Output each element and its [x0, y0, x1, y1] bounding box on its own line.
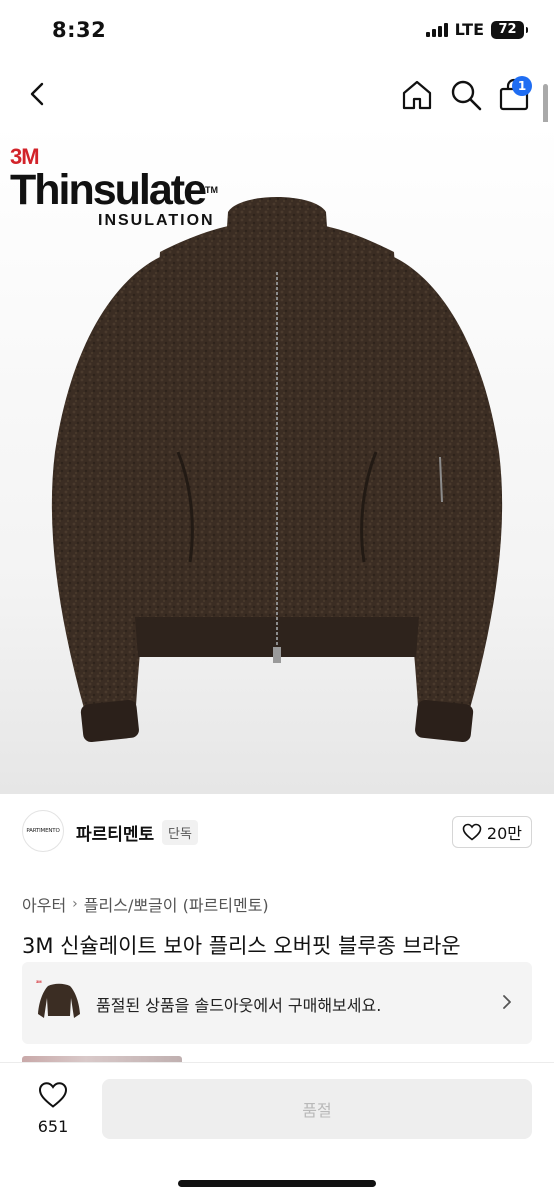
search-icon[interactable] [449, 78, 483, 112]
exclusive-badge: 단독 [162, 820, 198, 845]
signal-icon [425, 22, 448, 37]
thinsulate-logo: 3M ThinsulateTM INSULATION [10, 146, 218, 230]
home-indicator [178, 1180, 376, 1187]
soldout-banner[interactable]: 3M 품절된 상품을 솔드아웃에서 구매해보세요. [22, 962, 532, 1044]
status-indicators: LTE 72 [425, 20, 528, 39]
wish-count: 651 [37, 1117, 69, 1136]
soldout-banner-text: 품절된 상품을 솔드아웃에서 구매해보세요. [96, 996, 382, 1015]
like-count: 20만 [486, 824, 522, 843]
battery-icon: 72 [491, 20, 528, 39]
svg-text:3M: 3M [36, 979, 42, 984]
heart-icon [462, 823, 482, 841]
chevron-right-icon [503, 995, 511, 1009]
avatar[interactable]: PARTIMENTO [22, 810, 64, 852]
product-title: 3M 신슐레이트 보아 플리스 오버핏 블루종 브라운 [22, 934, 461, 958]
logo-tm: TM [205, 185, 219, 195]
avatar-text: PARTIMENTO [26, 828, 60, 834]
breadcrumb-subcategory[interactable]: 플리스/뽀글이 (파르티멘토) [84, 892, 269, 916]
wish-button[interactable]: 651 [30, 1081, 76, 1136]
home-icon[interactable] [400, 78, 434, 112]
chevron-right-icon: › [72, 896, 78, 912]
logo-insulation: INSULATION [98, 212, 215, 229]
like-brand-button[interactable]: 20만 [451, 816, 532, 848]
heart-icon [38, 1082, 68, 1108]
product-image[interactable]: 3M ThinsulateTM INSULATION [0, 122, 554, 794]
soldout-button[interactable]: 품절 [102, 1079, 532, 1139]
status-time: 8:32 [52, 18, 107, 42]
breadcrumb: 아우터 › 플리스/뽀글이 (파르티멘토) [22, 892, 269, 916]
network-label: LTE [454, 20, 484, 39]
seller-name[interactable]: 파르티멘토 [76, 820, 154, 845]
seller-row[interactable]: PARTIMENTO 파르티멘토 단독 20만 [0, 806, 554, 856]
status-bar: 8:32 LTE 72 [0, 0, 554, 62]
breadcrumb-category[interactable]: 아우터 [22, 892, 66, 916]
battery-level: 72 [498, 22, 517, 37]
logo-thinsulate: Thinsulate [10, 166, 207, 214]
cart-badge: 1 [512, 76, 532, 96]
top-nav [0, 66, 554, 122]
chevron-left-icon[interactable] [22, 78, 54, 110]
jacket-thumbnail: 3M [34, 976, 84, 1028]
logo-3m: 3M [10, 144, 40, 169]
